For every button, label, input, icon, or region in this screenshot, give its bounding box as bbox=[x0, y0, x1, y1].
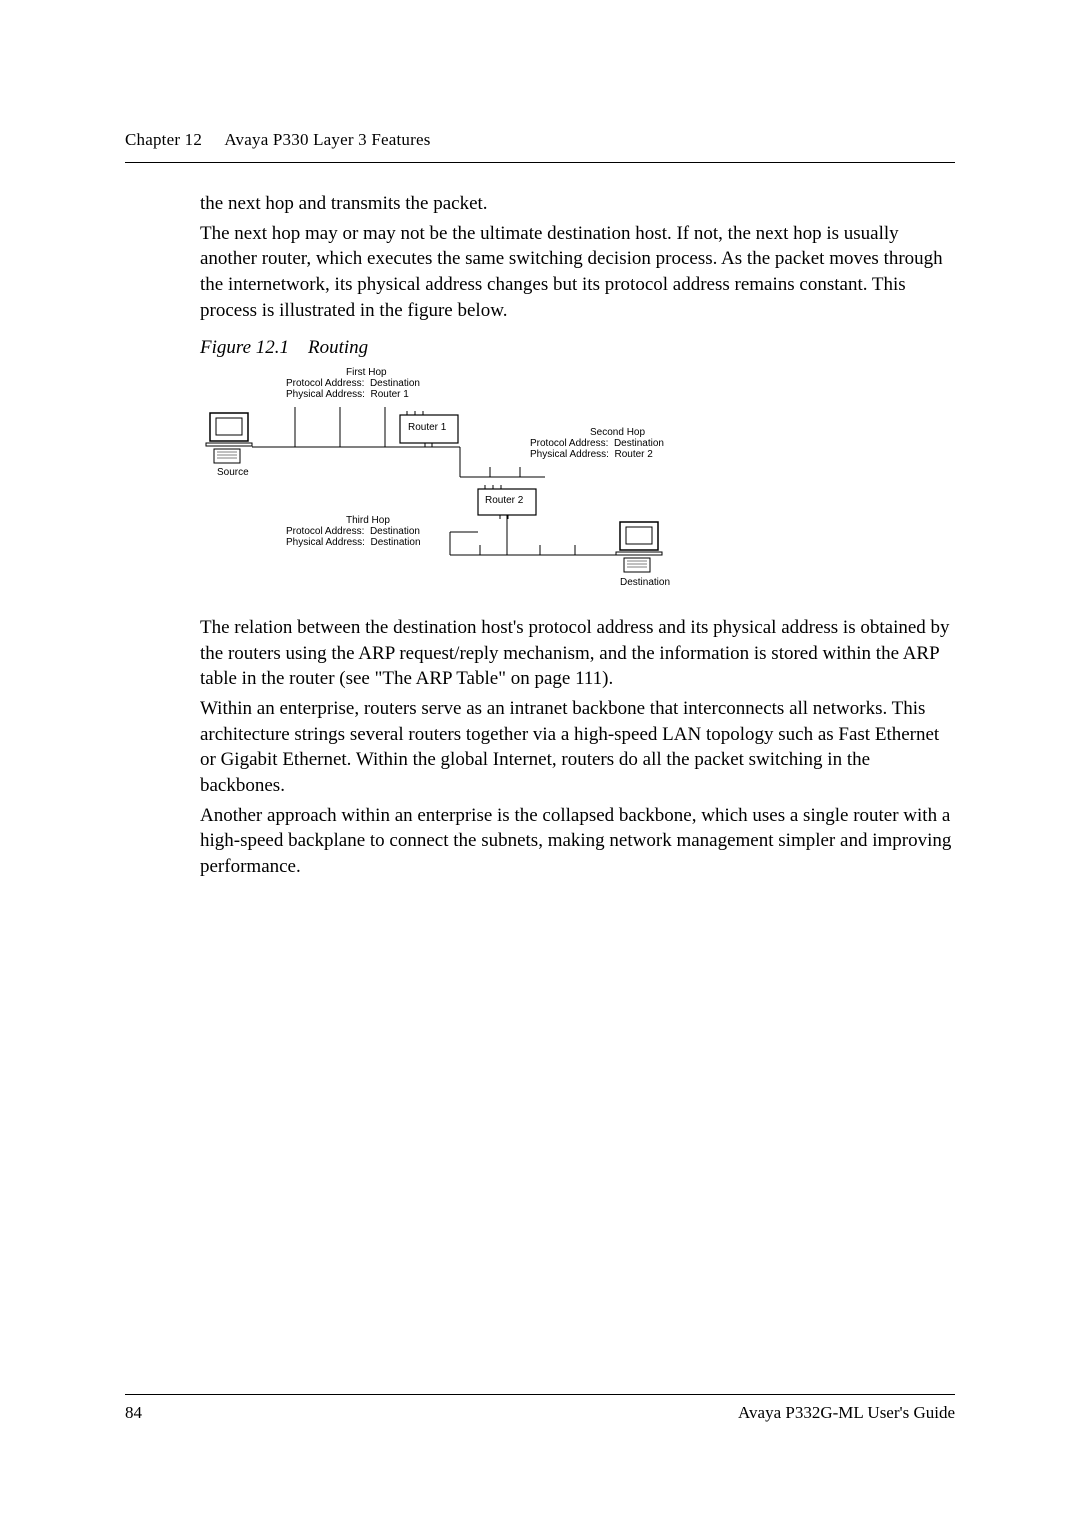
second-hop-phys-label: Physical Address: Router 2 bbox=[530, 449, 653, 461]
first-hop-label: First Hop bbox=[346, 367, 387, 379]
page-footer: 84 Avaya P332G-ML User's Guide bbox=[125, 1394, 955, 1423]
paragraph-4: Within an enterprise, routers serve as a… bbox=[200, 696, 955, 799]
page-header: Chapter 12 Avaya P330 Layer 3 Features bbox=[125, 130, 955, 150]
chapter-title: Avaya P330 Layer 3 Features bbox=[224, 130, 430, 149]
body-block-1: the next hop and transmits the packet. T… bbox=[200, 191, 955, 323]
figure-caption: Figure 12.1 Routing bbox=[200, 337, 955, 359]
first-hop-phys-label: Physical Address: Router 1 bbox=[286, 389, 409, 401]
paragraph-1: the next hop and transmits the packet. bbox=[200, 191, 955, 217]
footer-rule bbox=[125, 1394, 955, 1395]
chapter-label: Chapter 12 bbox=[125, 130, 202, 149]
guide-name: Avaya P332G-ML User's Guide bbox=[738, 1403, 955, 1423]
header-rule bbox=[125, 162, 955, 163]
paragraph-2: The next hop may or may not be the ultim… bbox=[200, 221, 955, 324]
second-hop-label: Second Hop bbox=[590, 427, 645, 439]
page-number: 84 bbox=[125, 1403, 142, 1423]
router2-label: Router 2 bbox=[485, 495, 523, 507]
routing-diagram: First Hop Protocol Address: Destination … bbox=[200, 367, 780, 597]
destination-icon bbox=[616, 522, 662, 572]
diagram-svg bbox=[200, 367, 780, 597]
figure-title: Routing bbox=[308, 337, 368, 358]
third-hop-proto-label: Protocol Address: Destination bbox=[286, 526, 420, 538]
third-hop-label: Third Hop bbox=[346, 515, 390, 527]
source-icon bbox=[206, 413, 252, 463]
router1-label: Router 1 bbox=[408, 422, 446, 434]
paragraph-5: Another approach within an enterprise is… bbox=[200, 803, 955, 880]
first-hop-proto-label: Protocol Address: Destination bbox=[286, 378, 420, 390]
second-hop-proto-label: Protocol Address: Destination bbox=[530, 438, 664, 450]
third-hop-phys-label: Physical Address: Destination bbox=[286, 537, 421, 549]
body-block-2: The relation between the destination hos… bbox=[200, 615, 955, 879]
source-label: Source bbox=[217, 467, 249, 479]
destination-label: Destination bbox=[620, 577, 670, 589]
figure-number: Figure 12.1 bbox=[200, 337, 289, 358]
paragraph-3: The relation between the destination hos… bbox=[200, 615, 955, 692]
